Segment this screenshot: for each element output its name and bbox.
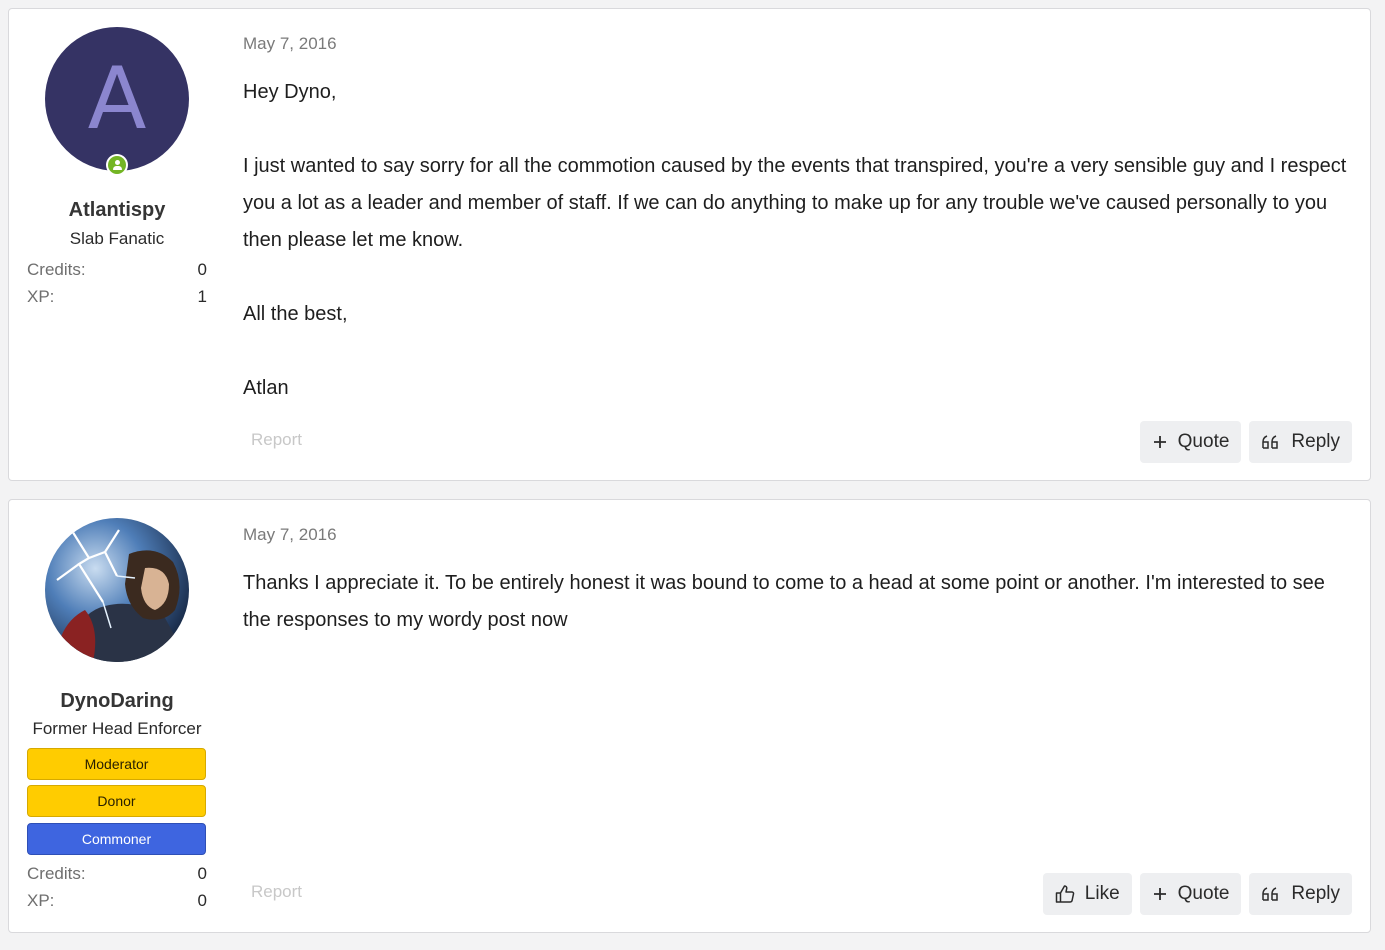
post-date-link[interactable]: May 7, 2016: [243, 525, 337, 545]
button-label: Like: [1084, 883, 1120, 904]
banner-moderator: Moderator: [27, 748, 206, 780]
stat-label: XP:: [27, 287, 55, 306]
plus-icon: [1153, 888, 1166, 900]
stat-xp: XP: 1: [27, 287, 207, 307]
post-date-link[interactable]: May 7, 2016: [243, 34, 337, 54]
post-paragraph: All the best,: [243, 303, 348, 325]
plus-icon: [1153, 436, 1166, 448]
like-button[interactable]: Like: [1042, 873, 1132, 915]
banner-commoner: Commoner: [27, 823, 206, 855]
reply-button[interactable]: Reply: [1249, 873, 1352, 915]
avatar[interactable]: A: [45, 27, 189, 171]
button-label: Quote: [1177, 431, 1230, 452]
post-paragraph: Thanks I appreciate it. To be entirely h…: [243, 572, 1325, 631]
post-paragraph: Atlan: [243, 377, 289, 399]
quote-button[interactable]: Quote: [1139, 873, 1242, 915]
user-title: Former Head Enforcer: [32, 719, 202, 738]
quote-button[interactable]: Quote: [1139, 421, 1242, 463]
button-label: Quote: [1177, 883, 1230, 904]
reply-button[interactable]: Reply: [1249, 421, 1352, 463]
username-link[interactable]: DynoDaring: [9, 690, 225, 713]
post-actions: Like Quote Reply: [1042, 873, 1352, 915]
online-status-icon: [106, 154, 128, 176]
thumbs-up-icon: [1055, 885, 1075, 903]
avatar[interactable]: [45, 518, 189, 662]
button-label: Reply: [1291, 431, 1340, 452]
stat-label: Credits:: [27, 864, 86, 883]
stat-credits: Credits: 0: [27, 864, 207, 884]
quote-icon: [1262, 887, 1279, 901]
post-paragraph: I just wanted to say sorry for all the c…: [243, 155, 1347, 251]
user-title: Slab Fanatic: [69, 229, 165, 248]
stat-label: Credits:: [27, 260, 86, 279]
forum-post: A Atlantispy Slab Fanatic Credits: 0 XP:…: [8, 8, 1371, 481]
quote-icon: [1262, 435, 1279, 449]
stat-label: XP:: [27, 891, 55, 910]
post-content: Hey Dyno, I just wanted to say sorry for…: [243, 74, 1353, 407]
avatar-letter: A: [87, 49, 147, 149]
forum-post: DynoDaring Former Head Enforcer Moderato…: [8, 499, 1371, 933]
stat-value: 0: [197, 864, 207, 883]
stat-value: 0: [197, 260, 207, 279]
post-paragraph: Hey Dyno,: [243, 81, 337, 103]
report-link[interactable]: Report: [251, 882, 302, 902]
banner-donor: Donor: [27, 785, 206, 817]
stat-xp: XP: 0: [27, 891, 207, 911]
stat-credits: Credits: 0: [27, 260, 207, 280]
username-link[interactable]: Atlantispy: [9, 199, 225, 222]
button-label: Reply: [1291, 883, 1340, 904]
stat-value: 1: [197, 287, 207, 306]
post-actions: Quote Reply: [1139, 421, 1352, 463]
avatar-image: [45, 518, 189, 662]
stat-value: 0: [197, 891, 207, 910]
report-link[interactable]: Report: [251, 430, 302, 450]
post-content: Thanks I appreciate it. To be entirely h…: [243, 565, 1353, 639]
